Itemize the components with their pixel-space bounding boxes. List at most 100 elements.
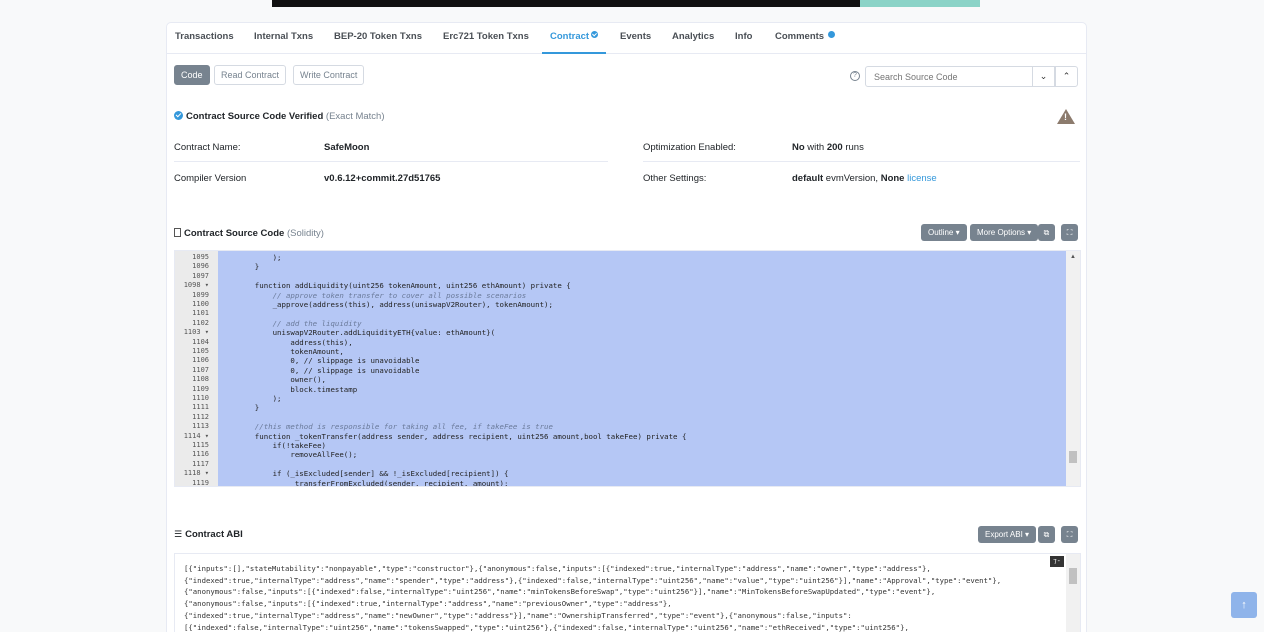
list-icon: ☰ <box>174 529 183 539</box>
code-line: 1113 //this method is responsible for ta… <box>175 422 1068 431</box>
code-text: //this method is responsible for taking … <box>237 422 553 432</box>
top-ad-banner[interactable] <box>272 0 980 7</box>
settings-evm: evmVersion, <box>823 173 881 184</box>
line-number: 1098 ▾ <box>183 281 209 290</box>
warning-glyph: ! <box>1064 112 1067 122</box>
tab-erc721-token-txns[interactable]: Erc721 Token Txns <box>435 23 537 54</box>
help-icon[interactable]: ? <box>850 71 860 81</box>
tab-analytics[interactable]: Analytics <box>664 23 722 54</box>
tab-bep20-token-txns[interactable]: BEP-20 Token Txns <box>326 23 430 54</box>
abi-line: {"indexed":true,"internalType":"address"… <box>184 610 852 620</box>
tab-label: Info <box>735 31 753 42</box>
read-contract-button[interactable]: Read Contract <box>214 65 287 85</box>
line-number: 1095 <box>192 253 209 261</box>
back-to-top-button[interactable]: ↑ <box>1231 592 1257 618</box>
code-text: function _tokenTransfer(address sender, … <box>237 431 687 441</box>
line-number: 1097 <box>192 271 209 280</box>
code-text: if(!takeFee) <box>237 441 326 450</box>
line-number: 1117 <box>192 459 209 468</box>
line-number: 1107 <box>192 365 209 374</box>
search-next-button[interactable]: ⌃ <box>1055 66 1078 87</box>
tab-label: BEP-20 Token Txns <box>334 31 422 42</box>
abi-line: {"indexed":true,"internalType":"address"… <box>184 575 1002 585</box>
code-text: ); <box>237 253 282 262</box>
code-line: 1097 <box>175 272 1068 281</box>
code-line: 1111 } <box>175 403 1068 412</box>
tab-label: Comments <box>775 31 825 42</box>
source-code-editor[interactable]: 1095 ); 1096 } 1097 1098 ▾ function addLiqu… <box>174 250 1081 487</box>
license-link[interactable]: license <box>907 173 937 184</box>
editor-scrollbar[interactable]: ▲ <box>1066 251 1080 486</box>
fullscreen-abi-button[interactable]: ⛶ <box>1061 526 1078 543</box>
code-line: 1098 ▾ function addLiquidity(uint256 tok… <box>175 281 1068 290</box>
copy-abi-button[interactable]: ⧉ <box>1038 526 1055 543</box>
write-contract-button[interactable]: Write Contract <box>293 65 365 85</box>
other-settings-value: default evmVersion, None license <box>792 173 937 184</box>
tab-label: Transactions <box>175 31 234 42</box>
abi-line: {"anonymous":false,"inputs":[{"indexed":… <box>184 587 936 597</box>
code-text: uniswapV2Router.addLiquidityETH{value: e… <box>237 328 496 338</box>
abi-scrollbar[interactable] <box>1066 554 1080 632</box>
scrollbar-thumb[interactable] <box>1069 451 1077 463</box>
code-line: 1116 removeAllFee(); <box>175 450 1068 459</box>
tab-info[interactable]: Info <box>727 23 760 54</box>
search-source-input[interactable] <box>865 66 1033 87</box>
line-number: 1108 <box>192 375 209 384</box>
code-line: 1112 <box>175 413 1068 422</box>
tab-events[interactable]: Events <box>612 23 659 54</box>
warning-icon[interactable]: ! <box>1057 109 1075 124</box>
abi-heading: ☰ Contract ABI <box>174 529 243 540</box>
code-text: _transferFromExcluded(sender, recipient,… <box>237 478 509 487</box>
divider <box>643 161 1080 162</box>
code-text: 0, // slippage is unavoidable <box>237 356 420 366</box>
more-options-label: More Options <box>977 228 1026 237</box>
code-line: 1109 block.timestamp <box>175 385 1068 394</box>
copy-source-button[interactable]: ⧉ <box>1038 224 1055 241</box>
tab-transactions[interactable]: Transactions <box>167 23 242 54</box>
contract-name-value: SafeMoon <box>324 142 369 153</box>
outline-button[interactable]: Outline ▾ <box>921 224 967 241</box>
line-number: 1099 <box>192 290 209 299</box>
more-options-button[interactable]: More Options ▾ <box>970 224 1039 241</box>
outline-label: Outline <box>928 228 954 237</box>
verified-check-icon <box>174 111 183 120</box>
code-text: address(this), <box>237 337 353 347</box>
verified-match: (Exact Match) <box>325 111 385 122</box>
line-number: 1111 <box>192 403 209 412</box>
line-number: 1114 ▾ <box>183 431 209 440</box>
line-number: 1102 <box>192 318 209 327</box>
code-text: if (_isExcluded[sender] && !_isExcluded[… <box>237 469 509 479</box>
tab-bar: Transactions Internal Txns BEP-20 Token … <box>167 23 1086 54</box>
abi-format-badge[interactable]: ⁊- <box>1050 556 1064 567</box>
code-text: function addLiquidity(uint256 tokenAmoun… <box>237 281 571 291</box>
scroll-up-icon[interactable]: ▲ <box>1070 254 1076 260</box>
tab-contract[interactable]: Contract <box>542 23 607 54</box>
code-line: 1096 } <box>175 262 1068 271</box>
code-line: 1104 address(this), <box>175 338 1068 347</box>
optimization-value: No with 200 runs <box>792 142 864 153</box>
compiler-version-value: v0.6.12+commit.27d51765 <box>324 173 440 184</box>
optimization-label: Optimization Enabled: <box>643 142 736 153</box>
line-number: 1105 <box>192 347 209 355</box>
fullscreen-source-button[interactable]: ⛶ <box>1061 224 1078 241</box>
tab-internal-txns[interactable]: Internal Txns <box>246 23 321 54</box>
scrollbar-thumb[interactable] <box>1069 568 1077 584</box>
optimization-runs: 200 <box>826 142 843 153</box>
search-prev-button[interactable]: ⌄ <box>1032 66 1055 87</box>
line-number: 1113 <box>192 422 209 431</box>
line-number: 1115 <box>192 441 209 449</box>
line-number: 1106 <box>192 356 209 365</box>
abi-textarea[interactable]: [{"inputs":[],"stateMutability":"nonpaya… <box>174 553 1081 632</box>
code-line: 1114 ▾ function _tokenTransfer(address s… <box>175 432 1068 441</box>
code-line: 1105 tokenAmount, <box>175 347 1068 356</box>
export-abi-button[interactable]: Export ABI ▾ <box>978 526 1037 543</box>
code-button[interactable]: Code <box>174 65 210 85</box>
line-number: 1096 <box>192 262 209 271</box>
optimization-flag: No <box>792 142 805 153</box>
line-number: 1101 <box>192 309 209 318</box>
optimization-with: with <box>804 142 827 153</box>
tab-comments[interactable]: Comments <box>767 23 843 54</box>
code-line: 1110 ); <box>175 394 1068 403</box>
code-text: removeAllFee(); <box>237 450 358 460</box>
file-icon <box>174 228 181 237</box>
